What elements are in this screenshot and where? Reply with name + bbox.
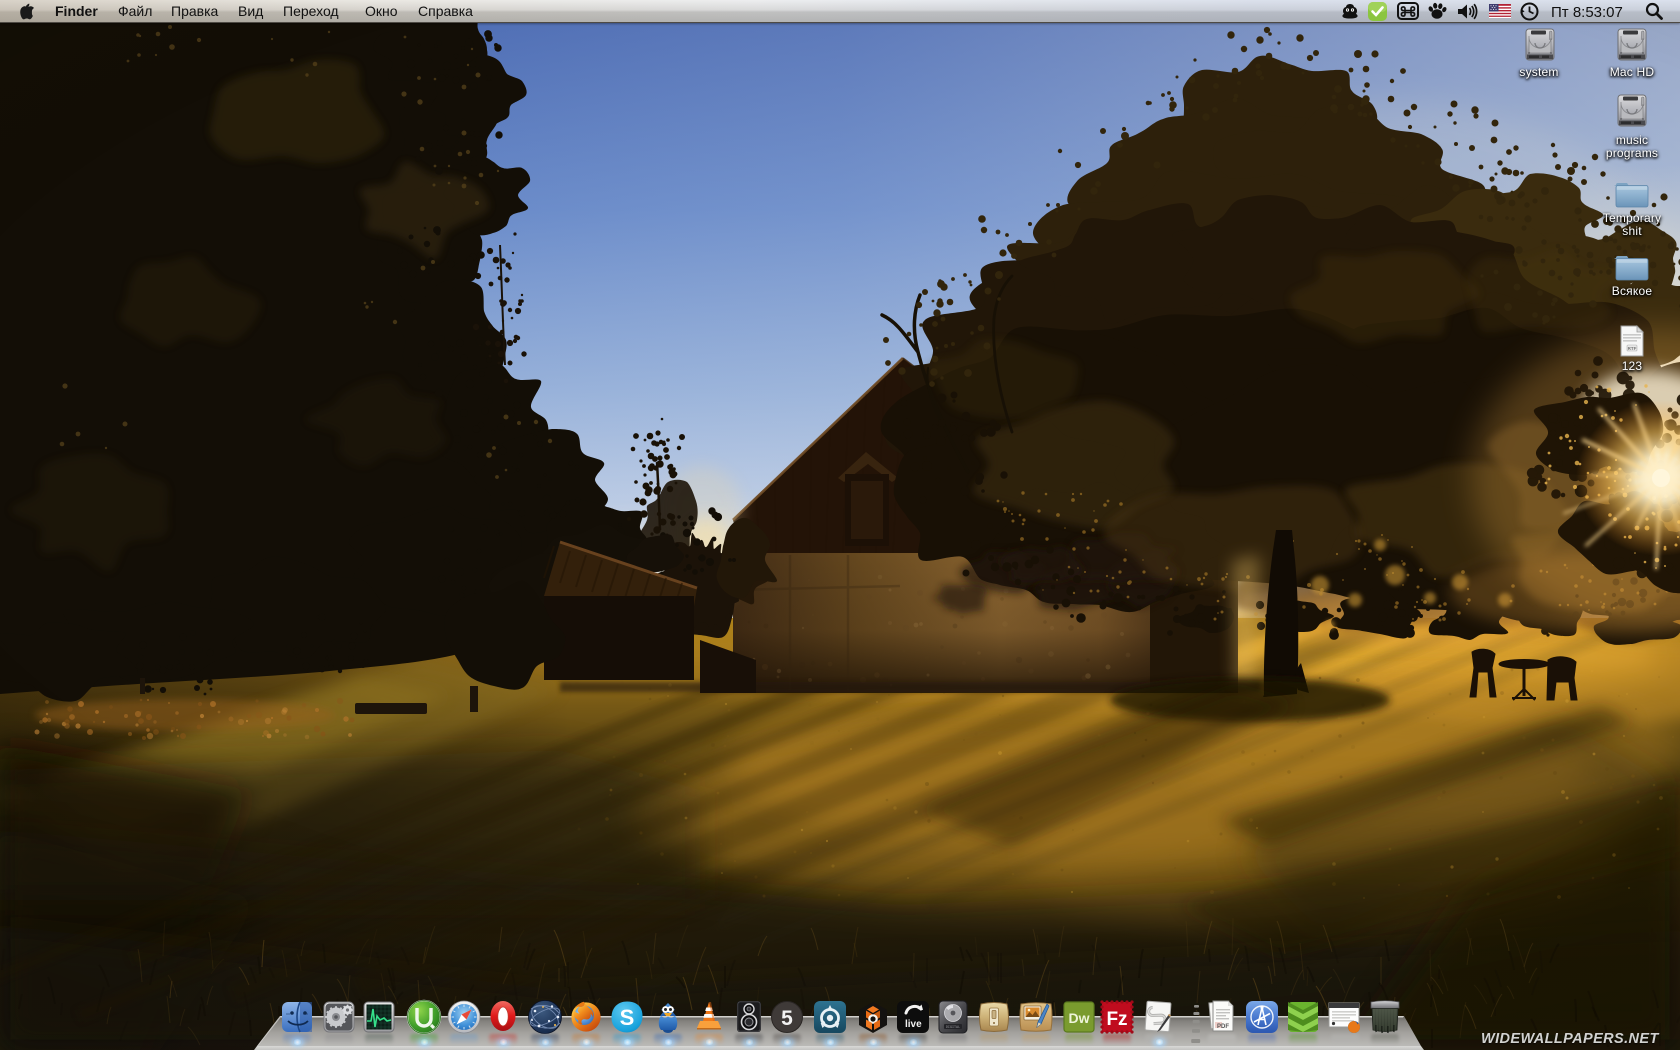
svg-text:Пт 8:53:07: Пт 8:53:07 <box>1551 4 1623 21</box>
svg-text:PDF: PDF <box>1217 1024 1229 1030</box>
svg-text:live: live <box>905 1019 922 1030</box>
svg-text:RTF: RTF <box>1628 346 1637 351</box>
svg-text:5: 5 <box>781 1007 793 1030</box>
svg-text:S: S <box>620 1005 635 1030</box>
svg-text:Fz: Fz <box>1106 1009 1127 1030</box>
svg-text:DIGITAL: DIGITAL <box>946 1026 960 1030</box>
svg-text:Dw: Dw <box>1069 1010 1090 1026</box>
